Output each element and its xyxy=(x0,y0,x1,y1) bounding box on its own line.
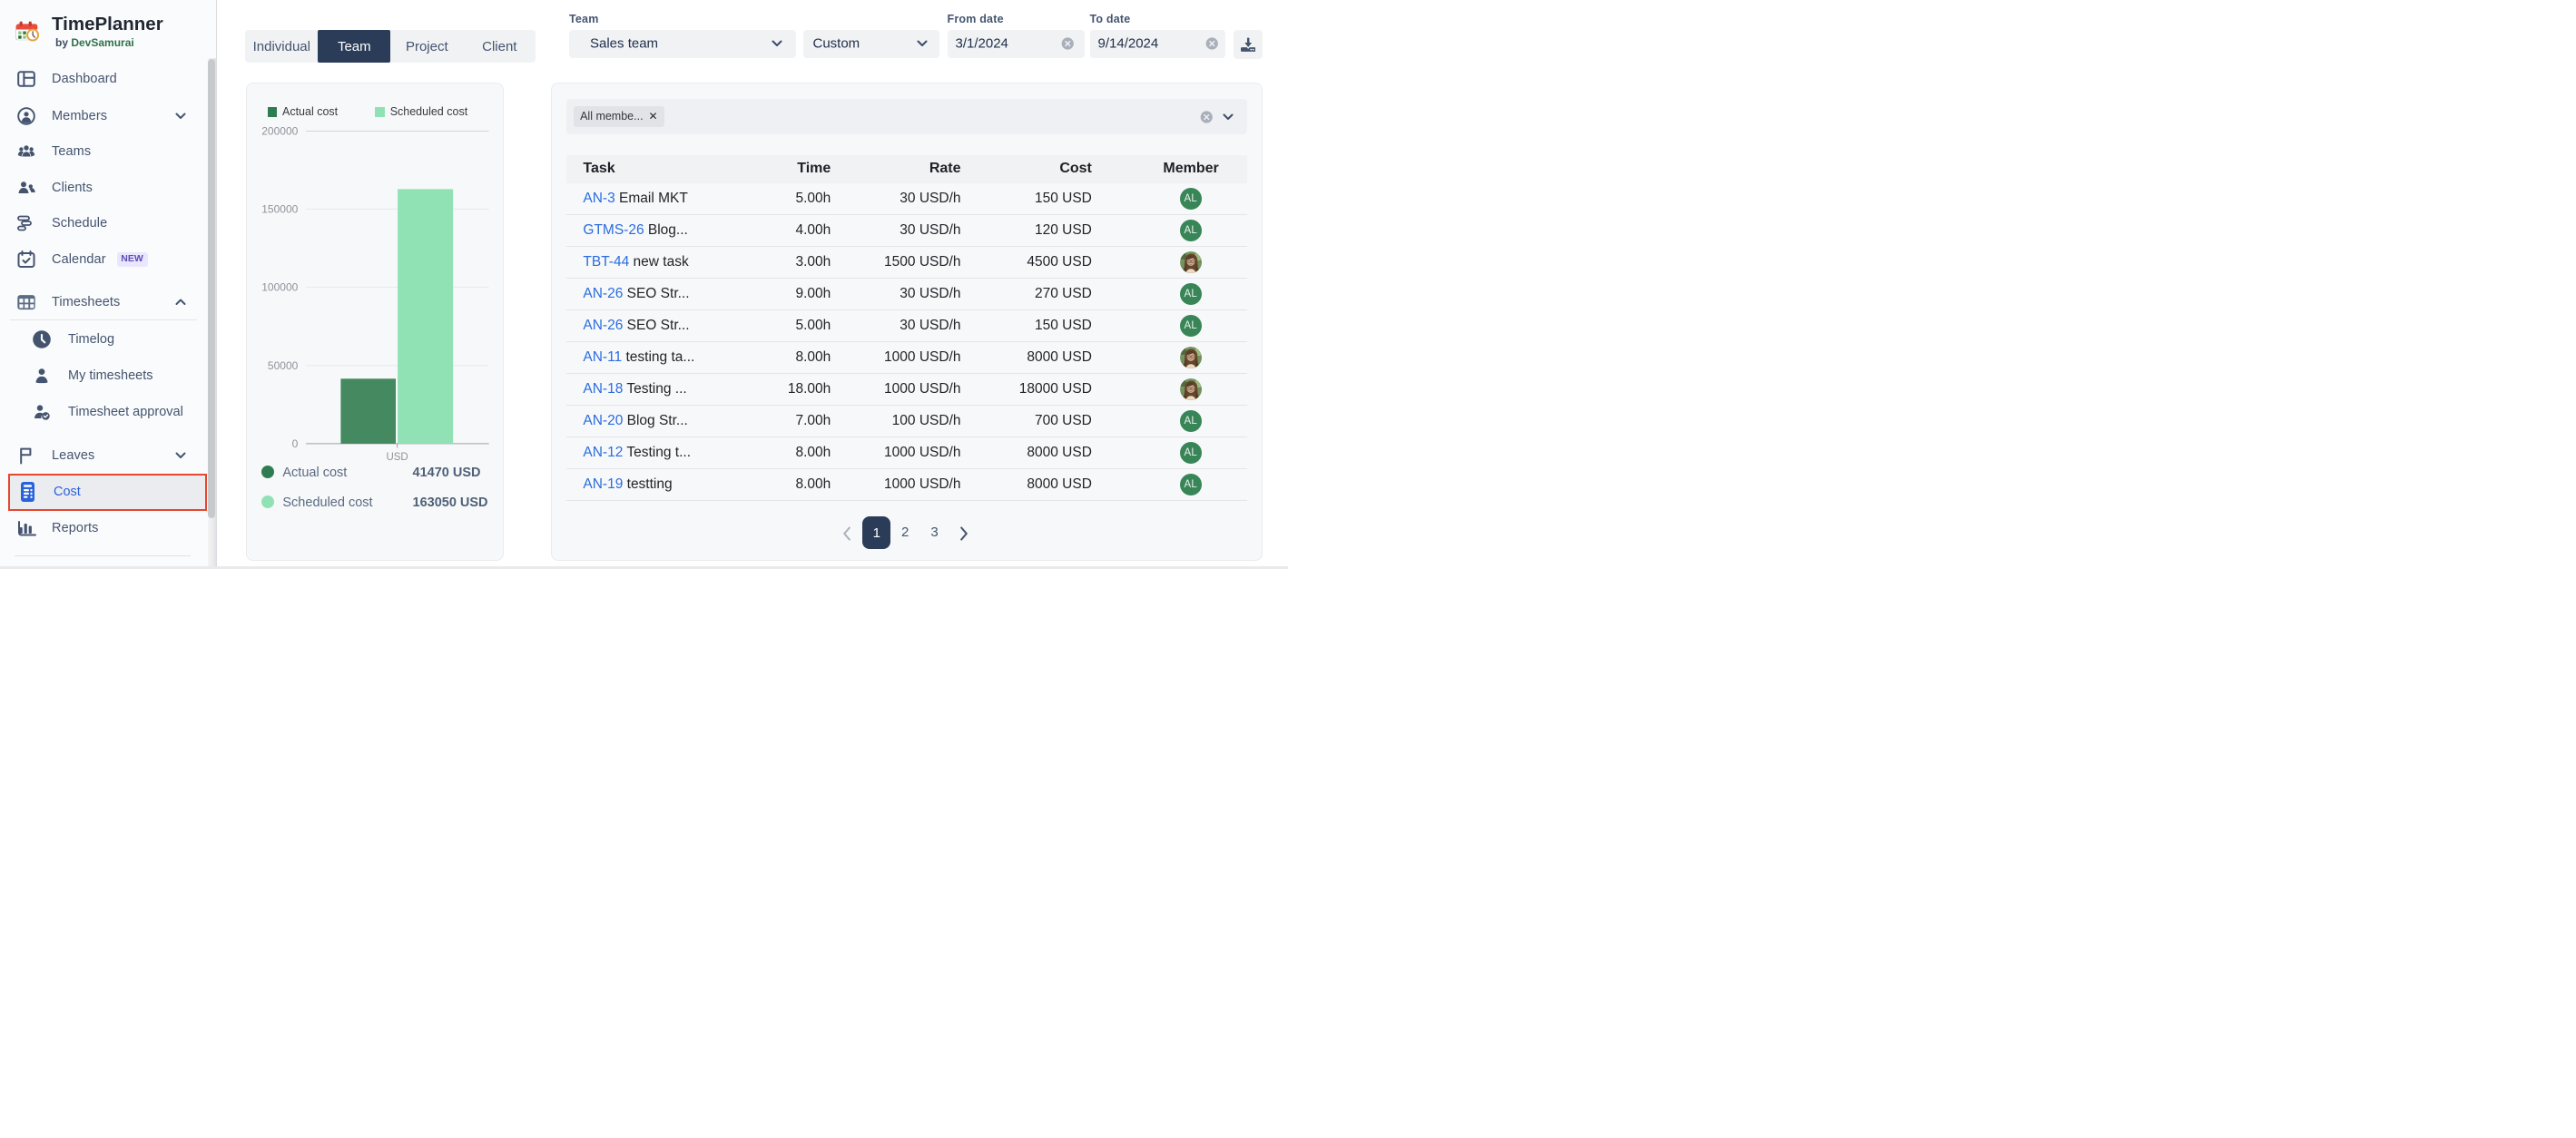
svg-text:USD: USD xyxy=(386,452,408,463)
svg-text:200000: 200000 xyxy=(261,125,298,138)
svg-text:150000: 150000 xyxy=(261,203,298,216)
svg-text:0: 0 xyxy=(292,437,299,450)
svg-text:50000: 50000 xyxy=(268,359,299,372)
svg-text:100000: 100000 xyxy=(261,281,298,294)
